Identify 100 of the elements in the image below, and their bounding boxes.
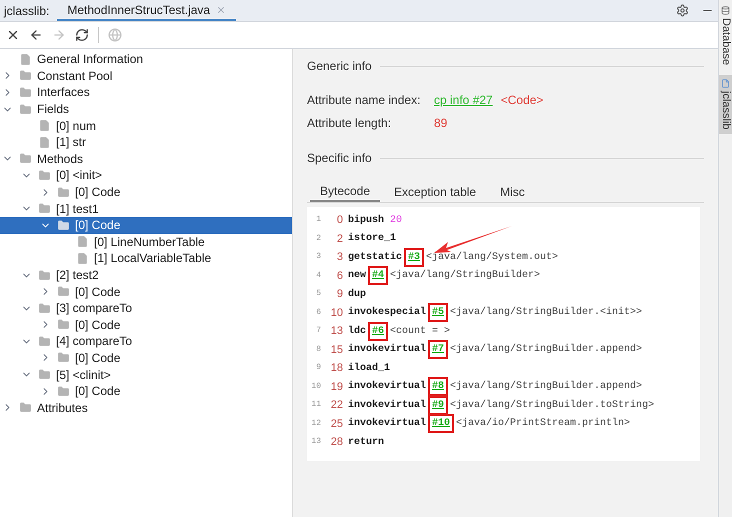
close-icon[interactable]	[6, 28, 20, 42]
folder-icon	[38, 168, 51, 182]
tree-item[interactable]: [5] <clinit>	[0, 366, 292, 383]
folder-icon	[38, 268, 51, 282]
opcode: new	[348, 269, 366, 284]
folder-icon	[57, 318, 70, 332]
opcode: invokevirtual	[348, 342, 426, 358]
folder-icon	[19, 69, 32, 82]
line-number: 6	[315, 306, 321, 319]
line-number: 9	[315, 362, 321, 374]
side-tab[interactable]: Database	[718, 2, 732, 70]
bytecode-offset: 15	[330, 342, 343, 358]
tree-item[interactable]: [1] LocalVariableTable	[0, 250, 292, 267]
tree-item[interactable]: [0] Code	[0, 283, 292, 300]
line-number: 11	[310, 399, 321, 412]
reference-comment: <java/lang/StringBuilder.<init>>	[450, 306, 642, 320]
bytecode-offset: 2	[336, 232, 343, 246]
reference-comment: <java/lang/StringBuilder.append>	[450, 342, 642, 358]
folder-icon	[57, 384, 70, 398]
folder-icon	[57, 351, 70, 364]
reference-comment: <count = >	[390, 324, 450, 339]
line-number: 12	[310, 418, 321, 430]
tab[interactable]: Exception table	[384, 181, 486, 202]
file-tab[interactable]: MethodInnerStrucTest.java	[57, 0, 236, 21]
folder-icon	[19, 102, 32, 116]
folder-icon	[38, 302, 51, 315]
tree-item[interactable]: [0] Code	[0, 382, 292, 400]
opcode: ldc	[348, 324, 366, 339]
opcode: istore_1	[348, 232, 396, 246]
tab[interactable]: Misc	[490, 181, 535, 202]
tree-item[interactable]: General Information	[0, 51, 292, 68]
tree-item[interactable]: Fields	[0, 100, 292, 118]
folder-icon	[19, 401, 32, 414]
tree-item[interactable]: Interfaces	[0, 84, 292, 101]
attribute-value: 89	[434, 114, 448, 132]
tab[interactable]: Bytecode	[310, 181, 380, 202]
tree-item[interactable]: [2] test2	[0, 266, 292, 284]
line-number: 10	[310, 380, 321, 393]
bytecode-offset: 19	[330, 380, 343, 394]
line-number: 13	[310, 436, 321, 448]
literal-value: 20	[390, 214, 402, 228]
opcode: bipush	[348, 214, 384, 228]
opcode: invokevirtual	[348, 416, 426, 432]
file-icon	[38, 119, 51, 132]
tree-item[interactable]: [0] Code	[0, 216, 292, 234]
side-tab[interactable]: jclasslib	[718, 75, 732, 134]
tree-item[interactable]: [1] test1	[0, 200, 292, 217]
tree-item[interactable]: [0] Code	[0, 184, 292, 200]
line-number: 2	[315, 232, 321, 245]
tree-item[interactable]: [4] compareTo	[0, 333, 292, 350]
line-number: 8	[315, 344, 321, 356]
refresh-icon[interactable]	[75, 28, 89, 42]
panel-title: jclasslib:	[2, 2, 50, 20]
line-number: 5	[315, 288, 321, 300]
tree-item[interactable]: [0] Code	[0, 316, 292, 334]
opcode: invokevirtual	[348, 398, 426, 413]
folder-icon	[19, 86, 32, 99]
opcode: dup	[348, 288, 366, 302]
tree-item[interactable]: [0] num	[0, 117, 292, 134]
reference-comment: <java/io/PrintStream.println>	[456, 416, 630, 432]
tree-item[interactable]: [1] str	[0, 134, 292, 151]
tree-item[interactable]: [0] Code	[0, 350, 292, 366]
opcode: invokevirtual	[348, 380, 426, 394]
bytecode-offset: 28	[330, 435, 343, 450]
bytecode-offset: 6	[336, 268, 343, 284]
file-icon	[721, 79, 730, 88]
attribute-label: Attribute length:	[307, 114, 392, 132]
tree-item[interactable]: Attributes	[0, 399, 292, 416]
file-icon	[19, 52, 32, 66]
tree-item[interactable]: [3] compareTo	[0, 300, 292, 316]
bytecode-offset: 25	[330, 416, 343, 432]
tree-item[interactable]: [0] <init>	[0, 167, 292, 184]
opcode: getstatic	[348, 250, 402, 265]
line-number: 4	[315, 270, 321, 282]
folder-icon	[57, 186, 70, 199]
section-title: Specific info	[307, 150, 372, 167]
folder-icon	[57, 285, 70, 298]
file-icon	[76, 235, 89, 248]
file-icon	[76, 252, 89, 265]
line-number: 3	[315, 251, 321, 264]
bytecode-offset: 3	[336, 250, 343, 265]
bytecode-offset: 22	[330, 398, 343, 413]
opcode: return	[348, 436, 384, 450]
bytecode-offset: 9	[336, 287, 343, 302]
tree-item[interactable]: [0] LineNumberTable	[0, 234, 292, 250]
folder-icon	[57, 218, 70, 232]
bytecode-offset: 0	[336, 213, 343, 228]
opcode: iload_1	[348, 362, 390, 376]
opcode: invokespecial	[348, 306, 426, 320]
bytecode-offset: 10	[330, 306, 343, 320]
reference-comment: <java/lang/StringBuilder.toString>	[450, 398, 654, 413]
attribute-value: <Code>	[500, 92, 544, 108]
folder-icon	[38, 202, 51, 216]
reference-comment: <java/lang/StringBuilder>	[390, 268, 540, 284]
reference-comment: <java/lang/StringBuilder.append>	[450, 380, 642, 394]
tree-item[interactable]: Constant Pool	[0, 68, 292, 84]
bytecode-offset: 13	[330, 324, 343, 339]
settings-icon[interactable]	[676, 4, 689, 17]
tree-item[interactable]: Methods	[0, 150, 292, 168]
database-icon	[721, 6, 730, 15]
